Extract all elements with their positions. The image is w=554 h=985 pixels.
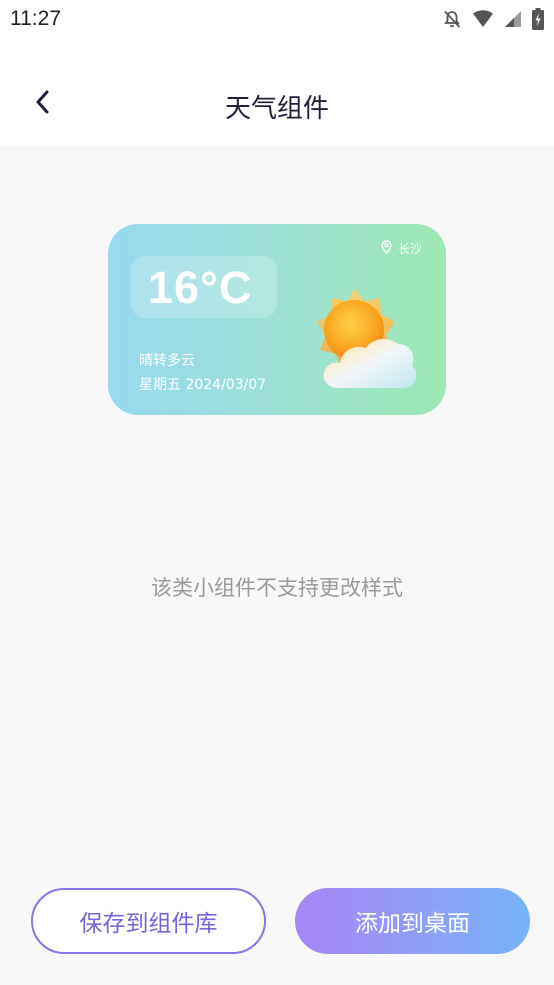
- status-icons: [442, 8, 544, 30]
- wifi-icon: [472, 10, 494, 28]
- notifications-off-icon: [442, 9, 462, 29]
- page-title: 天气组件: [224, 94, 329, 124]
- unsupported-style-notice: 该类小组件不支持更改样式: [151, 576, 403, 600]
- weather-date: 星期五 2024/03/07: [139, 377, 267, 393]
- app-header: 天气组件: [0, 40, 554, 146]
- temperature: 16°C: [148, 262, 253, 313]
- save-to-library-button[interactable]: 保存到组件库: [31, 888, 266, 954]
- battery-charging-icon: [532, 8, 544, 30]
- location: 长沙: [381, 240, 422, 257]
- location-label: 长沙: [397, 242, 422, 256]
- weather-condition: 晴转多云: [139, 353, 195, 369]
- cell-signal-icon: [504, 10, 522, 28]
- status-bar: 11:27: [0, 0, 554, 40]
- weather-widget-card: 长沙 16°C 晴转多云 星期五 2024/03/07: [108, 224, 446, 415]
- sun-cloud-icon: [306, 284, 422, 396]
- location-pin-icon: [381, 240, 392, 257]
- add-to-desktop-button[interactable]: 添加到桌面: [295, 888, 530, 954]
- status-time: 11:27: [10, 7, 61, 30]
- temperature-box: 16°C: [131, 256, 277, 318]
